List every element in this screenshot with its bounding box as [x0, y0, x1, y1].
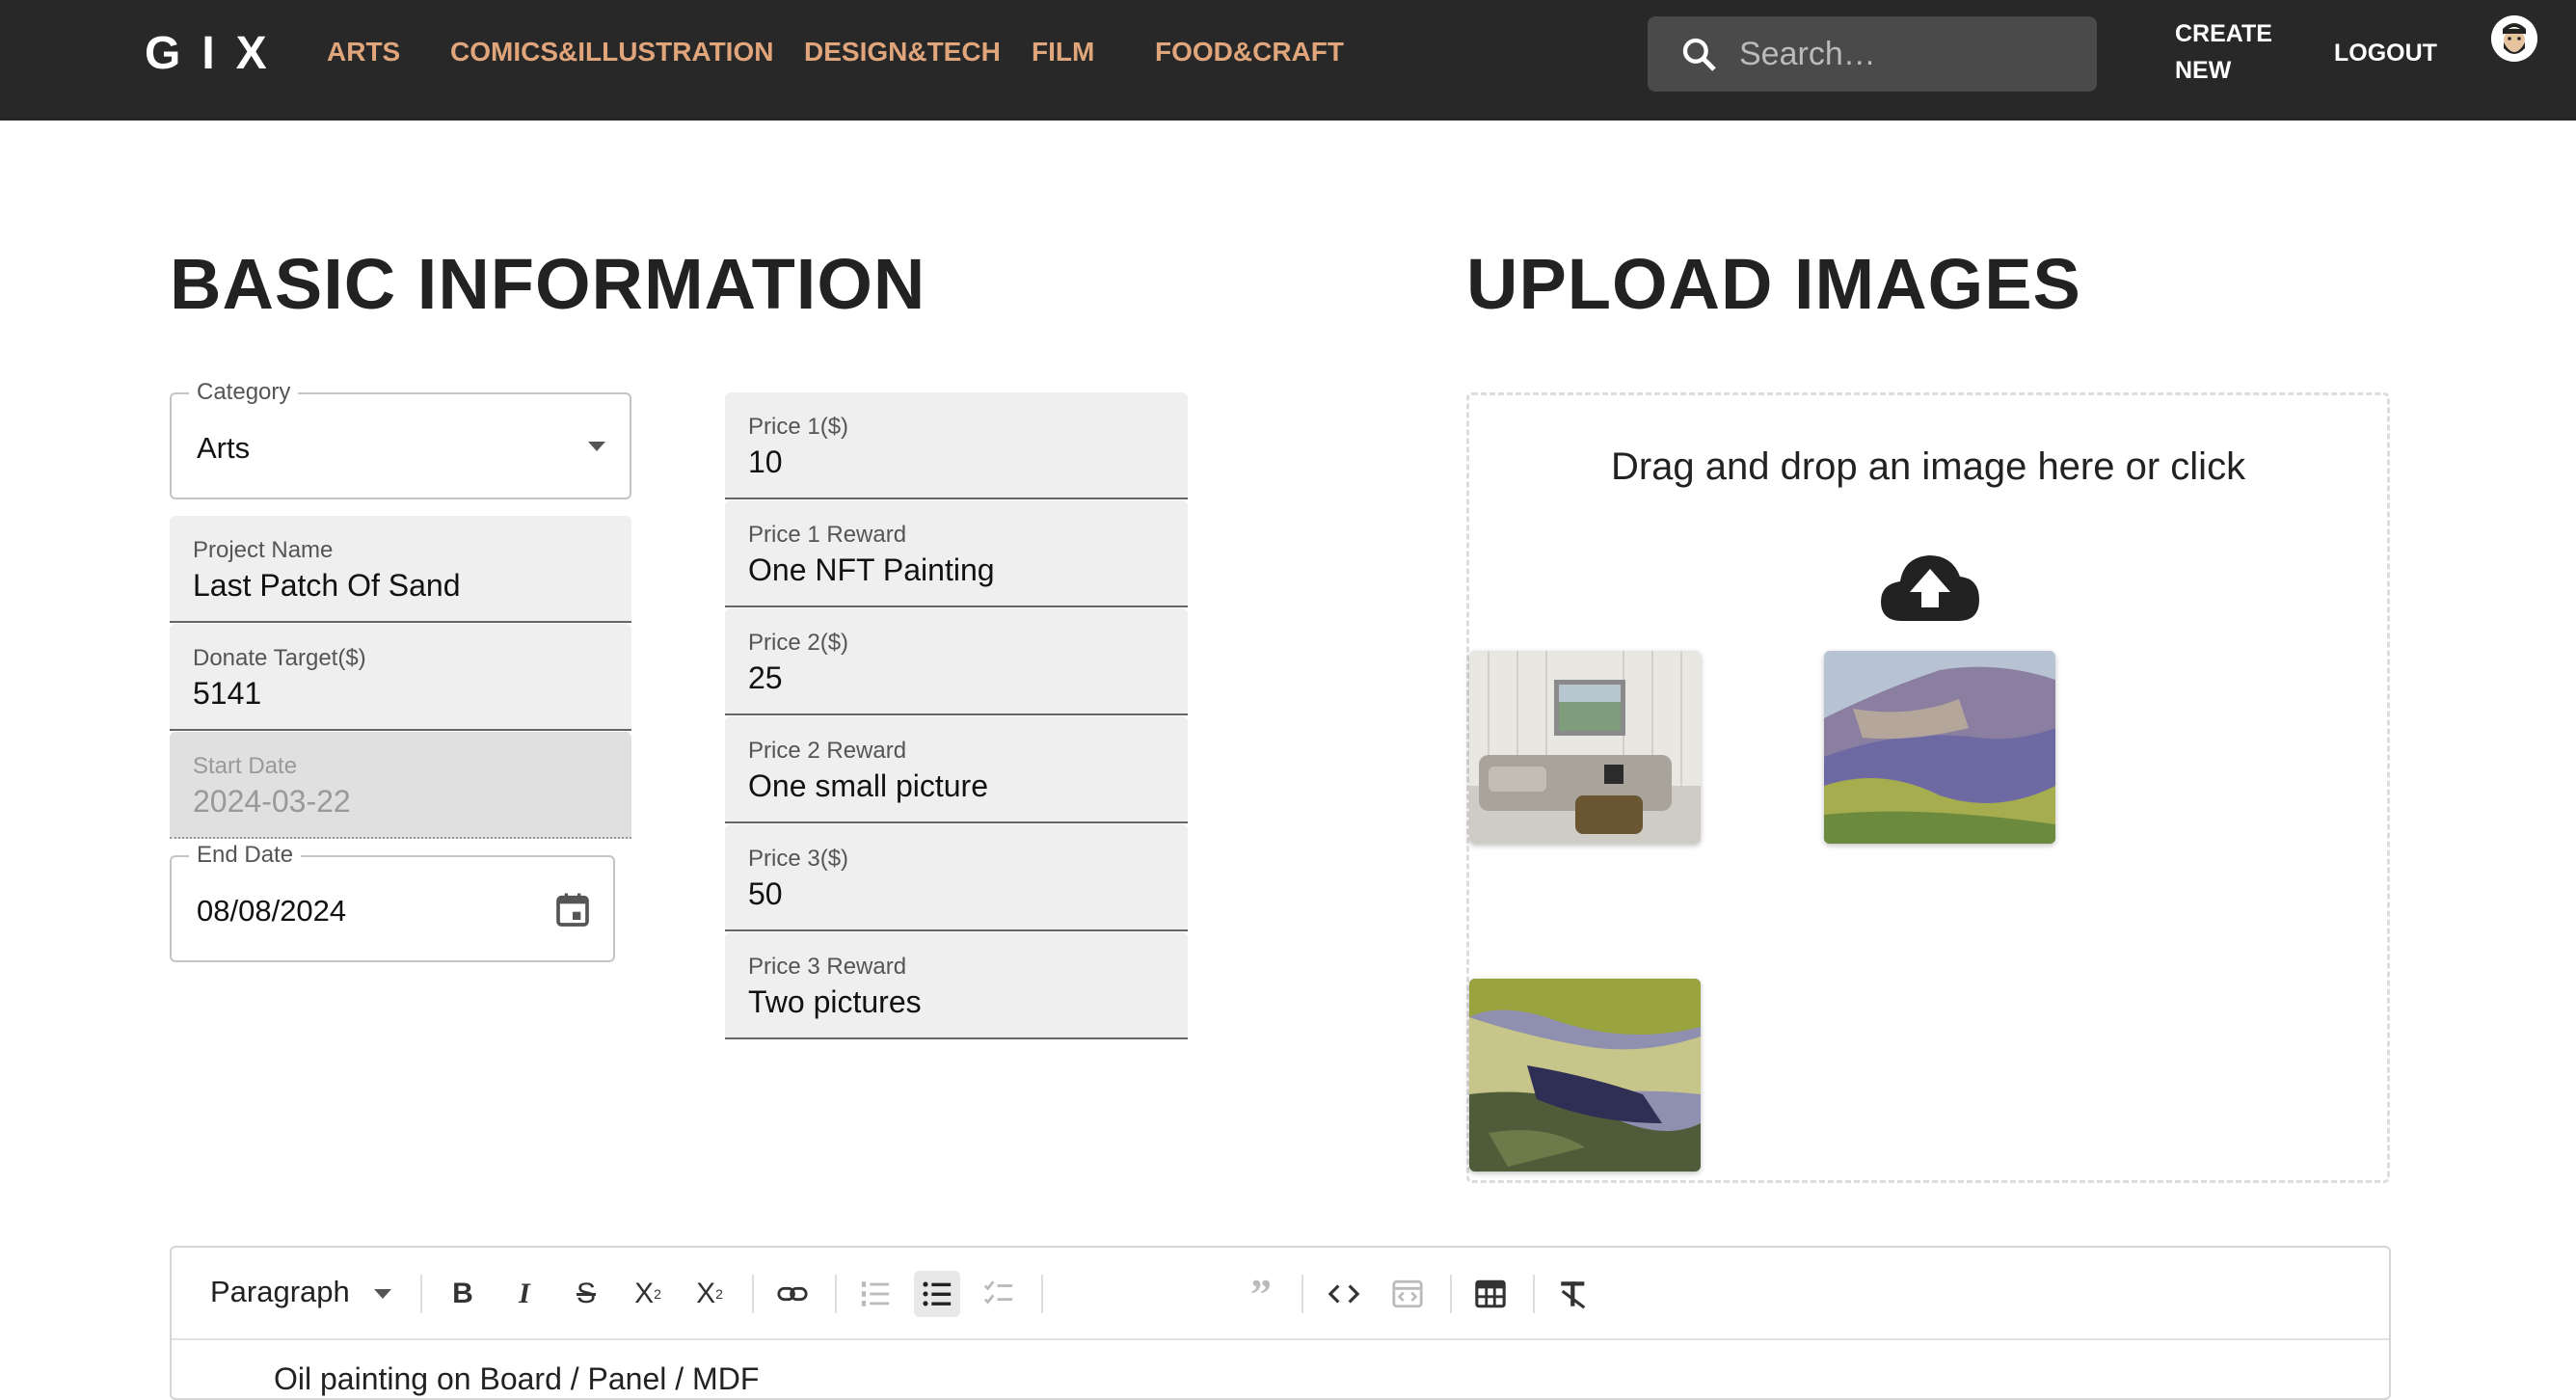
upload-images-heading: UPLOAD IMAGES: [1466, 244, 2081, 324]
start-date-field: Start Date 2024-03-22: [170, 732, 631, 839]
blockquote-icon[interactable]: ”: [1238, 1271, 1284, 1318]
editor-toolbar: Paragraph B I S X2 X2 ”: [172, 1248, 2389, 1340]
start-date-value: 2024-03-22: [193, 784, 351, 819]
search-input[interactable]: [1739, 30, 2067, 78]
image-dropzone[interactable]: Drag and drop an image here or click: [1466, 392, 2390, 1183]
checklist-icon[interactable]: [976, 1271, 1022, 1317]
beach-painting-image: [1469, 979, 1701, 1171]
top-navbar: GIX ARTS COMICS&ILLUSTRATION DESIGN&TECH…: [0, 0, 2576, 121]
price2-label: Price 2($): [748, 630, 849, 656]
donate-target-label: Donate Target($): [193, 645, 366, 671]
toolbar-divider: [420, 1275, 422, 1313]
price2-field[interactable]: Price 2($) 25: [725, 608, 1188, 715]
numbered-list-icon[interactable]: [852, 1271, 899, 1317]
search-box: [1648, 16, 2097, 92]
paragraph-dropdown-icon[interactable]: [372, 1287, 393, 1301]
nav-link-food-craft[interactable]: FOOD&CRAFT: [1155, 37, 1344, 67]
price2-reward-field[interactable]: Price 2 Reward One small picture: [725, 716, 1188, 823]
inline-code-icon[interactable]: [1321, 1271, 1367, 1317]
price2-value: 25: [748, 660, 783, 695]
price3-value: 50: [748, 876, 783, 911]
toolbar-divider: [1041, 1275, 1043, 1313]
superscript-icon[interactable]: X2: [686, 1271, 733, 1317]
price3-reward-value: Two pictures: [748, 984, 922, 1019]
description-editor: Paragraph B I S X2 X2 ” Oil painting on …: [170, 1246, 2391, 1400]
price2-reward-label: Price 2 Reward: [748, 738, 907, 764]
site-logo[interactable]: GIX: [145, 27, 288, 80]
uploaded-image-beach-painting[interactable]: [1469, 979, 1701, 1171]
price1-reward-field[interactable]: Price 1 Reward One NFT Painting: [725, 500, 1188, 607]
price1-reward-label: Price 1 Reward: [748, 522, 907, 548]
category-label: Category: [189, 379, 299, 406]
table-icon[interactable]: [1467, 1271, 1514, 1317]
toolbar-divider: [1301, 1275, 1303, 1313]
category-select[interactable]: Category Arts: [170, 379, 631, 499]
category-value: Arts: [197, 431, 251, 465]
donate-target-field[interactable]: Donate Target($) 5141: [170, 624, 631, 731]
clear-formatting-icon[interactable]: [1550, 1271, 1597, 1317]
nav-link-film[interactable]: FILM: [1032, 37, 1094, 67]
avatar-face-icon: [2491, 15, 2537, 62]
nav-link-design-tech[interactable]: DESIGN&TECH: [804, 37, 1001, 67]
donate-target-value: 5141: [193, 676, 262, 711]
subscript-icon[interactable]: X2: [625, 1271, 671, 1317]
bold-icon[interactable]: B: [440, 1271, 486, 1317]
price3-field[interactable]: Price 3($) 50: [725, 824, 1188, 931]
price1-field[interactable]: Price 1($) 10: [725, 392, 1188, 499]
end-date-field[interactable]: End Date 08/08/2024: [170, 842, 615, 962]
start-date-label: Start Date: [193, 753, 298, 779]
toolbar-divider: [752, 1275, 754, 1313]
nav-link-comics-illustration[interactable]: COMICS&ILLUSTRATION: [450, 37, 773, 67]
user-avatar[interactable]: [2491, 15, 2537, 62]
price3-reward-field[interactable]: Price 3 Reward Two pictures: [725, 932, 1188, 1039]
project-name-value: Last Patch Of Sand: [193, 568, 461, 603]
price1-value: 10: [748, 444, 783, 479]
toolbar-divider: [835, 1275, 837, 1313]
project-name-label: Project Name: [193, 537, 334, 563]
nav-link-arts[interactable]: ARTS: [327, 37, 400, 67]
logout-button[interactable]: LOGOUT: [2334, 35, 2437, 71]
strikethrough-icon[interactable]: S: [563, 1271, 609, 1317]
uploaded-image-room[interactable]: [1469, 651, 1701, 844]
price1-reward-value: One NFT Painting: [748, 552, 995, 587]
create-new-label-line1: CREATE: [2175, 20, 2272, 47]
end-date-label: End Date: [189, 842, 302, 869]
price1-label: Price 1($): [748, 414, 849, 440]
project-name-field[interactable]: Project Name Last Patch Of Sand: [170, 516, 631, 623]
paragraph-style-select[interactable]: Paragraph: [210, 1275, 350, 1309]
end-date-value: 08/08/2024: [197, 894, 347, 928]
basic-information-heading: BASIC INFORMATION: [170, 244, 926, 324]
editor-content[interactable]: Oil painting on Board / Panel / MDF: [274, 1361, 759, 1397]
cloud-upload-icon: [1881, 555, 1979, 621]
bulleted-list-icon[interactable]: [914, 1271, 960, 1317]
price2-reward-value: One small picture: [748, 768, 988, 803]
toolbar-divider: [1450, 1275, 1452, 1313]
toolbar-divider: [1533, 1275, 1535, 1313]
uploaded-image-cliff-painting[interactable]: [1824, 651, 2055, 844]
cliff-painting-image: [1824, 651, 2055, 844]
create-new-button[interactable]: CREATE NEW: [2175, 15, 2272, 89]
dropdown-arrow-icon: [588, 442, 605, 451]
search-icon: [1682, 38, 1716, 71]
create-new-label-line2: NEW: [2175, 57, 2232, 84]
link-icon[interactable]: [769, 1271, 816, 1317]
price3-label: Price 3($): [748, 846, 849, 872]
price3-reward-label: Price 3 Reward: [748, 954, 907, 980]
calendar-icon[interactable]: [553, 890, 592, 930]
dropzone-message: Drag and drop an image here or click: [1610, 445, 2246, 488]
code-block-icon[interactable]: [1384, 1271, 1431, 1317]
italic-icon[interactable]: I: [501, 1271, 548, 1317]
room-interior-image: [1469, 651, 1701, 844]
